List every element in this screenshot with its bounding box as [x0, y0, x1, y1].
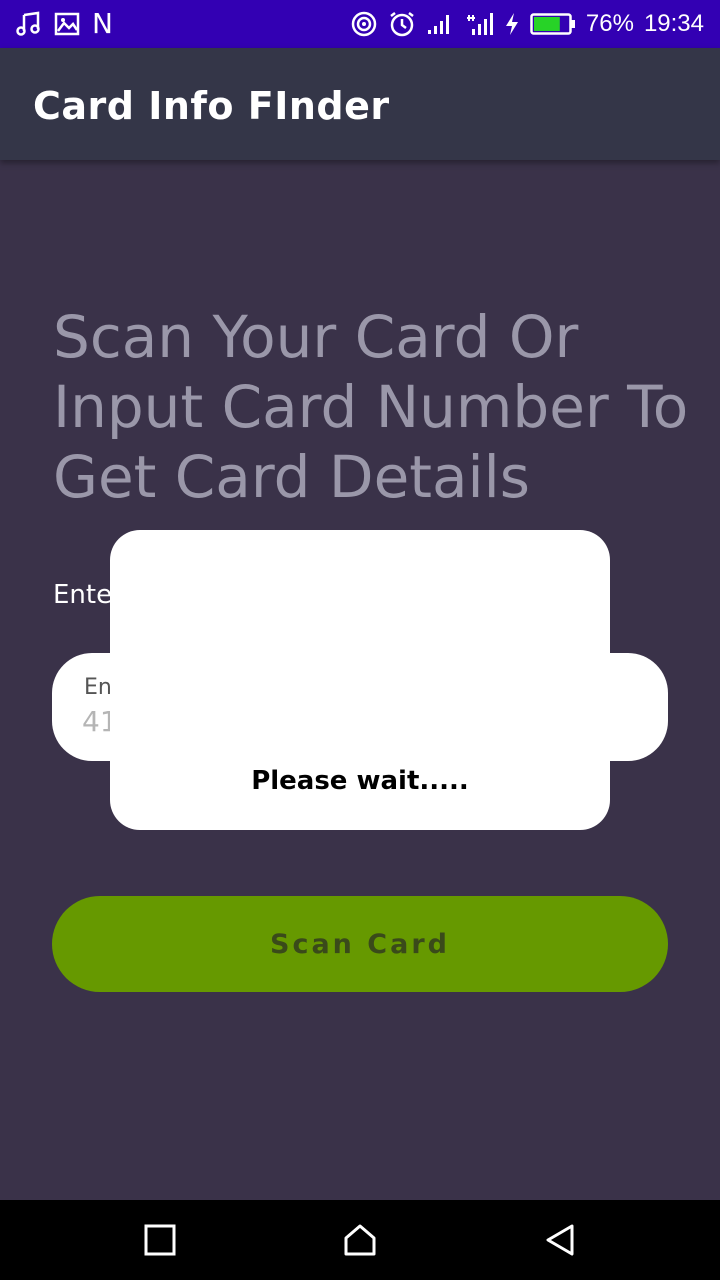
charging-icon: [504, 11, 520, 37]
scan-card-button-label: Scan Card: [270, 928, 450, 960]
recents-button[interactable]: [140, 1220, 180, 1260]
image-icon: [54, 11, 80, 37]
instruction-headline: Scan Your Card Or Input Card Number To G…: [53, 303, 689, 511]
status-bar-left: N: [16, 10, 113, 38]
scan-card-button[interactable]: Scan Card: [52, 896, 668, 992]
loading-dialog: Please wait.....: [110, 530, 610, 830]
recents-square-icon: [144, 1224, 176, 1256]
signal-data-icon: [464, 11, 494, 37]
signal-icon: [426, 12, 454, 36]
notification-n-icon: N: [92, 7, 113, 40]
app-title: Card Info FInder: [33, 84, 390, 128]
card-number-floating-label: En: [84, 675, 112, 700]
battery-percent: 76%: [585, 10, 634, 37]
hotspot-icon: [350, 10, 378, 38]
back-button[interactable]: [540, 1220, 580, 1260]
navigation-bar: [0, 1200, 720, 1280]
home-icon: [344, 1224, 376, 1256]
alarm-icon: [388, 10, 416, 38]
battery-icon: [530, 12, 576, 36]
clock-time: 19:34: [643, 10, 704, 37]
home-button[interactable]: [340, 1220, 380, 1260]
back-triangle-icon: [546, 1224, 574, 1256]
app-bar: Card Info FInder: [0, 48, 720, 160]
status-bar: N 76% 19:34: [0, 0, 720, 48]
loading-message: Please wait.....: [251, 766, 469, 796]
status-bar-right: 76% 19:34: [350, 8, 704, 40]
music-icon: [16, 11, 42, 37]
